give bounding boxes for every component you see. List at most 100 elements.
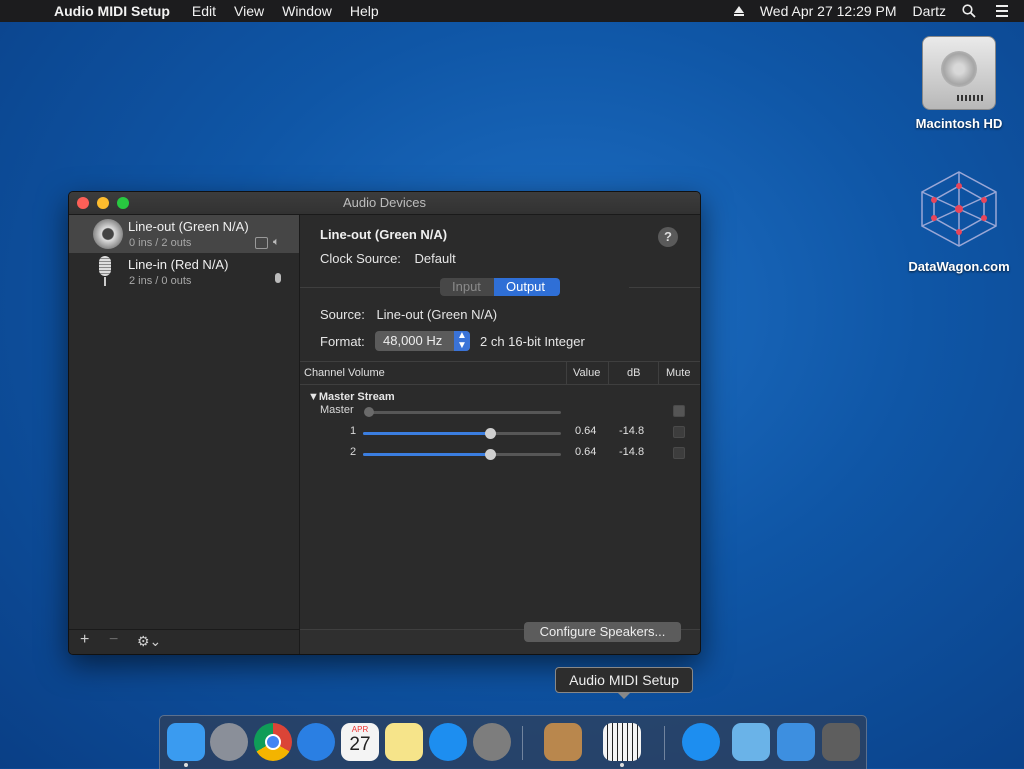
channel-db: -14.8: [619, 425, 645, 437]
sample-rate-value: 48,000 Hz: [383, 333, 443, 348]
window-titlebar[interactable]: Audio Devices: [69, 192, 700, 215]
gear-menu-icon[interactable]: ⚙︎⌄: [137, 633, 161, 650]
device-name: Line-out (Green N/A): [128, 219, 249, 234]
device-item-line-out[interactable]: Line-out (Green N/A) 0 ins / 2 outs 🔈︎: [69, 215, 299, 253]
audio-devices-window: Audio Devices Line-out (Green N/A) 0 ins…: [68, 191, 701, 655]
hard-drive-icon: [922, 36, 996, 110]
device-list: Line-out (Green N/A) 0 ins / 2 outs 🔈︎ L…: [69, 215, 300, 654]
tab-input[interactable]: Input: [440, 278, 494, 296]
channel-label: 1: [350, 425, 357, 437]
mute-checkbox[interactable]: [673, 405, 685, 417]
mute-checkbox[interactable]: [673, 426, 685, 438]
configure-speakers-button[interactable]: Configure Speakers...: [524, 622, 681, 642]
app-menu[interactable]: Audio MIDI Setup: [54, 3, 170, 19]
column-value[interactable]: Value: [573, 362, 600, 384]
microphone-icon: [99, 256, 111, 286]
volume-slider-fill: [363, 453, 490, 456]
calendar-month: APR: [351, 725, 369, 734]
eject-icon[interactable]: [733, 5, 744, 16]
clock-source-label: Clock Source:: [320, 251, 401, 266]
downloads-folder-icon[interactable]: [777, 723, 815, 761]
zoom-button[interactable]: [117, 197, 129, 209]
tab-output[interactable]: Output: [494, 278, 560, 296]
speaker-icon: [93, 219, 123, 249]
chess-icon[interactable]: [544, 723, 582, 761]
system-preferences-icon[interactable]: [473, 723, 511, 761]
source-value: Line-out (Green N/A): [376, 307, 498, 322]
desktop-icon-datawagon[interactable]: DataWagon.com: [904, 168, 1014, 274]
device-name: Line-in (Red N/A): [128, 257, 229, 272]
datawagon-logo-icon: [921, 171, 997, 247]
menu-edit[interactable]: Edit: [192, 3, 216, 19]
audio-midi-setup-icon[interactable]: [603, 723, 641, 761]
column-db[interactable]: dB: [627, 362, 640, 384]
format-label: Format:: [320, 334, 365, 349]
device-io-count: 2 ins / 0 outs: [129, 275, 192, 287]
notes-icon[interactable]: [385, 723, 423, 761]
device-title: Line-out (Green N/A): [320, 227, 448, 242]
format-description: 2 ch 16-bit Integer: [480, 334, 585, 349]
desktop-icon-label: Macintosh HD: [915, 116, 1003, 131]
clock-source-row: Clock Source: Default: [320, 251, 456, 266]
channel-value: 0.64: [575, 446, 597, 458]
spotlight-search-icon[interactable]: [962, 4, 976, 18]
volume-slider-knob[interactable]: [484, 428, 496, 439]
device-list-toolbar: + − ⚙︎⌄: [69, 629, 299, 654]
close-button[interactable]: [77, 197, 89, 209]
add-device-button[interactable]: +: [80, 631, 89, 649]
dock: APR 27: [159, 715, 867, 769]
input-microphone-icon: [275, 273, 281, 283]
channel-label: 2: [350, 446, 357, 458]
volume-slider[interactable]: [364, 407, 561, 417]
divider: [629, 287, 700, 288]
mute-checkbox[interactable]: [673, 447, 685, 459]
volume-slider-fill: [363, 432, 490, 435]
chrome-center-icon: [265, 734, 281, 750]
master-stream-group[interactable]: ▼Master Stream: [308, 391, 395, 403]
column-mute[interactable]: Mute: [666, 362, 690, 384]
menu-view[interactable]: View: [234, 3, 264, 19]
dock-separator: [664, 726, 665, 760]
chrome-icon[interactable]: [254, 723, 292, 761]
notification-center-icon[interactable]: [992, 5, 1008, 17]
sample-rate-popup[interactable]: 48,000 Hz ▲ ▼: [375, 331, 470, 351]
volume-slider-knob[interactable]: [364, 407, 374, 417]
popup-arrows-icon: ▲ ▼: [454, 331, 470, 351]
safari-icon[interactable]: [297, 723, 335, 761]
remove-device-button[interactable]: −: [109, 631, 118, 649]
device-item-line-in[interactable]: Line-in (Red N/A) 2 ins / 0 outs: [69, 253, 299, 291]
system-output-icon: [255, 237, 268, 249]
volume-slider[interactable]: [363, 449, 561, 460]
channel-label: Master: [320, 404, 354, 416]
app-store-icon[interactable]: [429, 723, 467, 761]
trash-icon[interactable]: [822, 723, 860, 761]
clock-source-value[interactable]: Default: [415, 251, 456, 266]
folder-icon[interactable]: [732, 723, 770, 761]
status-area: Wed Apr 27 12:29 PM Dartz: [733, 3, 1024, 19]
launchpad-icon[interactable]: [210, 723, 248, 761]
disclosure-triangle-icon[interactable]: ▼: [308, 391, 319, 403]
clock[interactable]: Wed Apr 27 12:29 PM: [760, 3, 897, 19]
running-indicator: [184, 763, 188, 767]
desktop-icon-macintosh-hd[interactable]: Macintosh HD: [904, 36, 1014, 131]
app-store-download-icon[interactable]: [682, 723, 720, 761]
panel-footer: Configure Speakers...: [300, 622, 700, 654]
volume-icon: 🔈︎: [273, 236, 280, 248]
user-menu[interactable]: Dartz: [913, 3, 946, 19]
menu-window[interactable]: Window: [282, 3, 332, 19]
finder-icon[interactable]: [167, 723, 205, 761]
menu-bar: Audio MIDI Setup Edit View Window Help W…: [0, 0, 1024, 22]
help-button[interactable]: ?: [658, 227, 678, 247]
input-output-segmented-control: Input Output: [440, 278, 560, 296]
dock-separator: [522, 726, 523, 760]
minimize-button[interactable]: [97, 197, 109, 209]
volume-slider[interactable]: [363, 428, 561, 439]
channel-db: -14.8: [619, 446, 645, 458]
calendar-day: 27: [349, 734, 371, 755]
divider: [300, 287, 440, 288]
calendar-icon[interactable]: APR 27: [341, 723, 379, 761]
volume-slider-knob[interactable]: [484, 449, 496, 460]
menu-help[interactable]: Help: [350, 3, 379, 19]
column-channel-volume[interactable]: Channel Volume: [304, 362, 385, 384]
source-label: Source:: [320, 307, 365, 322]
